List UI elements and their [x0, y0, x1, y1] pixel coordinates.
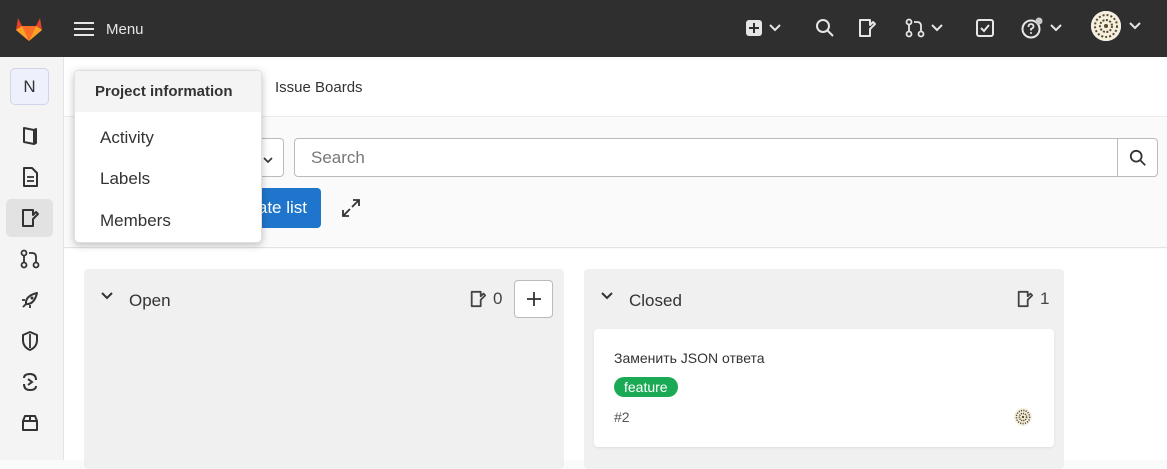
flyout-item-members[interactable]: Members	[100, 211, 171, 231]
sidebar-item-project-information[interactable]	[6, 117, 53, 155]
plus-square-icon	[746, 20, 762, 36]
chevron-down-icon	[1129, 22, 1141, 30]
assignee-avatar[interactable]	[1014, 408, 1032, 426]
merge-request-icon	[20, 249, 39, 269]
flyout-item-activity[interactable]: Activity	[100, 128, 154, 148]
search-button[interactable]	[815, 15, 835, 41]
issue-reference: #2	[614, 409, 630, 425]
search-input[interactable]	[294, 138, 1119, 177]
board-list-open: Open 0	[84, 269, 564, 469]
help-icon	[1021, 17, 1043, 39]
breadcrumb-current[interactable]: Issue Boards	[275, 79, 363, 96]
sidebar-item-security[interactable]	[6, 322, 53, 360]
fullscreen-toggle[interactable]	[339, 196, 363, 220]
todos-button[interactable]	[975, 15, 995, 41]
flyout-item-labels[interactable]: Labels	[100, 169, 150, 189]
rocket-icon	[21, 292, 38, 308]
menu-label: Menu	[106, 20, 144, 38]
count-value: 1	[1040, 289, 1050, 308]
issues-icon	[1017, 290, 1034, 308]
issue-title[interactable]: Заменить JSON ответа	[614, 350, 765, 366]
sidebar-item-merge-requests[interactable]	[6, 240, 53, 278]
sidebar-item-deployments[interactable]	[6, 363, 53, 401]
project-information-flyout: Project information Activity Labels Memb…	[74, 70, 262, 243]
list-header: Open 0	[84, 269, 564, 331]
document-icon	[22, 167, 38, 187]
issue-label-badge[interactable]: feature	[614, 377, 678, 397]
sidebar-item-packages[interactable]	[6, 404, 53, 442]
issues-icon	[859, 19, 876, 37]
main-menu-button[interactable]: Menu	[74, 16, 144, 42]
deployments-icon	[22, 372, 37, 392]
list-title: Open	[129, 291, 171, 310]
sidebar-item-issues[interactable]	[6, 199, 53, 237]
list-header: Closed 1	[584, 269, 1064, 331]
flyout-header[interactable]: Project information	[75, 71, 261, 112]
sidebar-item-repository[interactable]	[6, 158, 53, 196]
project-avatar[interactable]: N	[10, 68, 49, 105]
user-avatar	[1091, 11, 1121, 41]
chevron-down-icon[interactable]	[101, 292, 113, 300]
chevron-down-icon	[931, 24, 943, 32]
sidebar-item-ci-cd[interactable]	[6, 281, 53, 319]
issue-board: Open 0 Closed 1 Заменить JSON ответа fea…	[64, 249, 1167, 469]
add-issue-button[interactable]	[514, 280, 553, 318]
hamburger-icon	[74, 22, 94, 36]
merge-request-icon	[905, 18, 925, 38]
help-dropdown[interactable]	[1020, 15, 1062, 41]
todo-checkbox-icon	[976, 19, 994, 37]
book-icon	[22, 127, 37, 145]
user-menu-dropdown[interactable]	[1091, 11, 1141, 41]
new-item-dropdown[interactable]	[745, 15, 781, 41]
search-icon	[816, 19, 834, 37]
chevron-down-icon	[263, 157, 273, 164]
issue-card[interactable]: Заменить JSON ответа feature #2	[594, 329, 1054, 447]
project-sidebar: N	[0, 57, 64, 460]
package-icon	[21, 415, 38, 431]
board-list-closed: Closed 1 Заменить JSON ответа feature #2	[584, 269, 1064, 469]
chevron-down-icon	[769, 24, 781, 32]
list-issue-count: 1	[1016, 289, 1049, 309]
shield-icon	[21, 331, 38, 351]
issues-icon	[21, 209, 39, 227]
chevron-down-icon	[1050, 24, 1062, 32]
top-navbar: Menu	[0, 0, 1167, 57]
issues-icon	[470, 290, 487, 308]
maximize-icon	[342, 199, 360, 217]
count-value: 0	[493, 289, 503, 308]
merge-requests-dropdown[interactable]	[905, 15, 943, 41]
chevron-down-icon[interactable]	[601, 292, 613, 300]
search-submit-button[interactable]	[1117, 138, 1158, 177]
list-title: Closed	[629, 291, 682, 310]
list-issue-count: 0	[469, 289, 502, 309]
gitlab-logo[interactable]	[13, 12, 45, 44]
search-icon	[1129, 149, 1146, 166]
plus-icon	[526, 292, 541, 306]
issues-button[interactable]	[857, 15, 877, 41]
